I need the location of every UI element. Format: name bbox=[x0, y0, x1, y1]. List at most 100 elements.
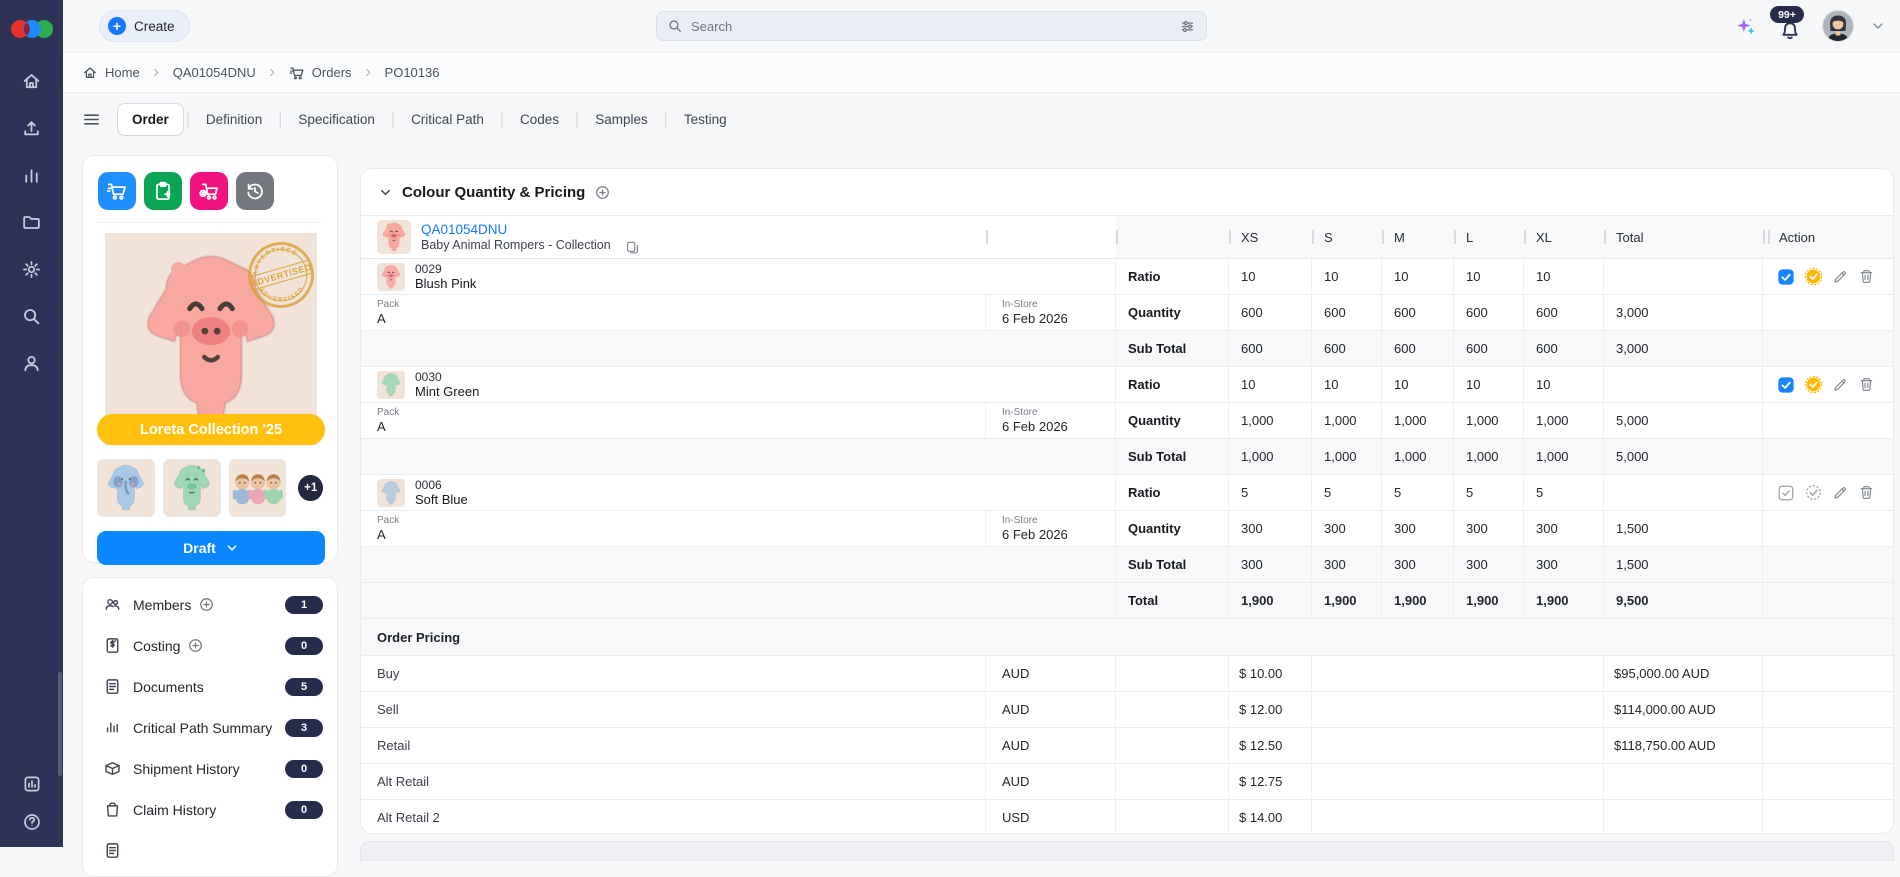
size-qty-value: 1,000 bbox=[1312, 439, 1382, 474]
colour-thumbnail[interactable] bbox=[377, 478, 405, 507]
history-button[interactable] bbox=[236, 172, 274, 210]
approve-seal[interactable] bbox=[1804, 483, 1823, 502]
menu-hamburger-icon[interactable] bbox=[82, 110, 101, 129]
quantity-row-label: Quantity bbox=[1116, 511, 1229, 546]
pack-cell: Pack A bbox=[361, 511, 986, 546]
rail-folder-button[interactable] bbox=[0, 199, 63, 246]
delete-trash[interactable] bbox=[1858, 484, 1875, 501]
sparkle-ai-icon[interactable] bbox=[1734, 15, 1756, 37]
search-icon bbox=[669, 20, 681, 32]
more-images-badge[interactable]: +1 bbox=[298, 475, 323, 501]
rail-help-button[interactable] bbox=[0, 803, 63, 841]
summary-item-shipment-history[interactable]: Shipment History 0 bbox=[83, 748, 337, 789]
filter-tune-icon[interactable] bbox=[1179, 18, 1196, 35]
subtotal-row-soft-blue: Sub Total 300 300 300 300 300 1,500 bbox=[361, 547, 1893, 583]
romper-elephant-blue-thumbnail[interactable] bbox=[97, 459, 155, 517]
select-checkbox-icon bbox=[1778, 268, 1794, 285]
add-costing-icon[interactable] bbox=[187, 637, 204, 654]
cart-button[interactable] bbox=[98, 172, 136, 210]
total-row-label: Total bbox=[1116, 583, 1229, 618]
rail-profile-button[interactable] bbox=[0, 340, 63, 387]
tab-codes[interactable]: Codes bbox=[506, 104, 573, 135]
colour-thumbnail[interactable] bbox=[377, 370, 405, 399]
size-qty-value: 10 bbox=[1312, 259, 1382, 294]
size-qty-value: 1,900 bbox=[1454, 583, 1524, 618]
select-checkbox[interactable] bbox=[1777, 268, 1795, 286]
collapse-chevron-icon[interactable] bbox=[378, 185, 393, 200]
summary-item-documents[interactable]: Documents 5 bbox=[83, 666, 337, 707]
shipment-icon bbox=[105, 762, 120, 776]
rail-home-button[interactable] bbox=[0, 58, 63, 105]
rail-analytics-button[interactable] bbox=[0, 152, 63, 199]
notifications-button[interactable]: 99+ bbox=[1770, 6, 1806, 46]
add-members-icon[interactable] bbox=[198, 596, 215, 613]
edit-pencil[interactable] bbox=[1832, 484, 1849, 501]
members-icon bbox=[105, 598, 120, 610]
pack-cell: Pack A bbox=[361, 295, 986, 330]
breadcrumb-item[interactable]: Orders bbox=[289, 65, 352, 81]
tab-order[interactable]: Order bbox=[117, 103, 184, 136]
add-colour-icon[interactable] bbox=[594, 184, 611, 201]
breadcrumb-item[interactable]: QA01054DNU bbox=[173, 65, 256, 80]
create-button[interactable]: + Create bbox=[99, 10, 190, 42]
breadcrumb-item[interactable]: Home bbox=[82, 65, 140, 81]
cart-remove-button[interactable] bbox=[190, 172, 228, 210]
select-checkbox[interactable] bbox=[1777, 484, 1795, 502]
tab-samples[interactable]: Samples bbox=[581, 104, 662, 135]
edit-pencil[interactable] bbox=[1832, 268, 1849, 285]
approve-seal[interactable] bbox=[1804, 267, 1823, 286]
delete-trash[interactable] bbox=[1858, 376, 1875, 393]
approve-seal[interactable] bbox=[1804, 375, 1823, 394]
product-code-link[interactable]: QA01054DNU bbox=[421, 221, 611, 238]
summary-item-claim-history[interactable]: Claim History 0 bbox=[83, 789, 337, 830]
tab-specification[interactable]: Specification bbox=[284, 104, 389, 135]
search-placeholder: Search bbox=[691, 18, 733, 34]
brand-logo[interactable] bbox=[0, 0, 63, 58]
status-dropdown-button[interactable]: Draft bbox=[97, 531, 325, 565]
quantity-row-label: Quantity bbox=[1116, 295, 1229, 330]
rail-reports-button[interactable] bbox=[0, 765, 63, 803]
pricing-currency: AUD bbox=[986, 656, 1116, 691]
size-qty-value: 300 bbox=[1312, 547, 1382, 582]
summary-item-members[interactable]: Members 1 bbox=[83, 584, 337, 625]
rail-settings-button[interactable] bbox=[0, 246, 63, 293]
copy-icon[interactable] bbox=[625, 240, 640, 255]
count-badge: 0 bbox=[285, 636, 323, 655]
next-section-peek[interactable] bbox=[360, 841, 1894, 861]
rail-scrollbar[interactable] bbox=[58, 672, 62, 776]
rail-upload-button[interactable] bbox=[0, 105, 63, 152]
pricing-total bbox=[1604, 764, 1763, 799]
colour-row-soft-blue: 0006 Soft Blue Ratio 55555 bbox=[361, 475, 1893, 511]
edit-pencil[interactable] bbox=[1832, 376, 1849, 393]
count-badge: 3 bbox=[285, 718, 323, 737]
tab-separator: | bbox=[278, 110, 283, 128]
account-chevron-down-icon[interactable] bbox=[1870, 18, 1886, 34]
ratio-row-label: Ratio bbox=[1116, 367, 1229, 402]
rail-search-button[interactable] bbox=[0, 293, 63, 340]
summary-item-critical-path-summary[interactable]: Critical Path Summary 3 bbox=[83, 707, 337, 748]
documents-icon bbox=[106, 679, 119, 694]
left-nav-rail bbox=[0, 0, 63, 847]
upload-icon bbox=[24, 121, 39, 136]
tab-critical-path[interactable]: Critical Path bbox=[397, 104, 498, 135]
tab-definition[interactable]: Definition bbox=[192, 104, 276, 135]
product-main-image[interactable]: ADVERTISED ADVERTISED ADVERTISED Loreta … bbox=[97, 233, 325, 445]
select-checkbox[interactable] bbox=[1777, 376, 1795, 394]
cart-icon bbox=[106, 183, 126, 200]
size-column-header: XL bbox=[1524, 216, 1604, 258]
search-input[interactable]: Search bbox=[656, 11, 1207, 41]
approve-seal-icon bbox=[1804, 267, 1823, 286]
breadcrumb-item[interactable]: PO10136 bbox=[385, 65, 440, 80]
size-qty-value: 10 bbox=[1312, 367, 1382, 402]
clipboard-add-button[interactable] bbox=[144, 172, 182, 210]
tab-testing[interactable]: Testing bbox=[670, 104, 741, 135]
user-avatar[interactable] bbox=[1822, 10, 1854, 42]
summary-item-more[interactable] bbox=[83, 830, 337, 871]
colour-thumbnail[interactable] bbox=[377, 262, 405, 291]
babies-photo-thumbnail[interactable] bbox=[228, 459, 287, 517]
trash-icon bbox=[1860, 270, 1873, 283]
delete-trash[interactable] bbox=[1858, 268, 1875, 285]
product-thumbnail[interactable] bbox=[377, 220, 411, 254]
summary-item-costing[interactable]: Costing 0 bbox=[83, 625, 337, 666]
romper-dino-green-thumbnail[interactable] bbox=[162, 459, 221, 517]
